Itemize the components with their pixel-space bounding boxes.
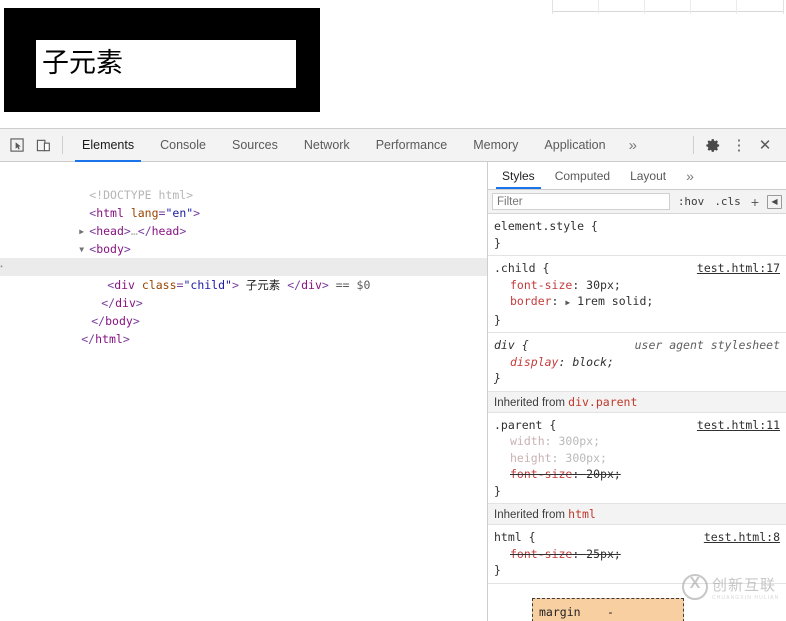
toolbar-divider [62, 136, 63, 154]
property-value[interactable]: 300px; [558, 434, 600, 448]
tab-computed[interactable]: Computed [545, 162, 620, 189]
hov-toggle-button[interactable]: :hov [676, 195, 707, 208]
screenshot-root: 子元素 Elements Console Sources Network Per… [0, 0, 786, 621]
rule-selector: element.style { [494, 219, 598, 233]
inspect-element-icon[interactable] [4, 132, 30, 158]
expand-dots-icon[interactable]: ⋯ [0, 257, 4, 275]
rule-source-link[interactable]: test.html:11 [697, 417, 780, 434]
property-name: height [510, 450, 552, 465]
inherited-selector[interactable]: html [568, 507, 596, 521]
dom-tag-close: html [95, 332, 123, 346]
style-property[interactable]: width: 300px; [494, 433, 780, 450]
inherited-prefix: Inherited from [494, 509, 569, 521]
close-icon[interactable]: ✕ [752, 132, 778, 158]
dom-line[interactable]: </div> [0, 276, 487, 310]
dom-line[interactable]: </body> [0, 294, 487, 328]
property-name: width [510, 434, 545, 448]
style-property[interactable]: border: ▶ 1rem solid; [494, 293, 780, 312]
watermark-logo-icon [682, 574, 708, 600]
child-div-render: 子元素 [36, 40, 296, 88]
user-agent-note: user agent stylesheet [634, 338, 780, 352]
panel-toggle-icon[interactable]: ◀ [767, 194, 782, 209]
property-name: font-size [510, 546, 573, 561]
tab-console[interactable]: Console [147, 129, 219, 162]
style-rule-child[interactable]: test.html:17 .child { font-size: 30px; b… [488, 256, 786, 333]
tab-network[interactable]: Network [291, 129, 363, 162]
dom-line[interactable]: <!DOCTYPE html> [0, 168, 487, 202]
styles-tab-strip: Styles Computed Layout » [488, 162, 786, 190]
rule-close-brace: } [494, 235, 501, 250]
devtools-tab-strip: Elements Console Sources Network Perform… [69, 129, 687, 162]
tab-layout[interactable]: Layout [620, 162, 676, 189]
style-property[interactable]: height: 300px; [494, 450, 780, 467]
style-property-overridden[interactable]: font-size: 25px; [494, 546, 780, 563]
inherited-selector[interactable]: div.parent [568, 395, 637, 409]
toolbar-right-actions: ⋮ ✕ [687, 132, 782, 158]
dom-line-selected[interactable]: ⋯<div class="child"> 子元素 </div> == $0 [0, 257, 487, 292]
tab-elements[interactable]: Elements [69, 129, 147, 162]
property-name: font-size [510, 467, 573, 481]
property-value[interactable]: 1rem solid; [577, 294, 653, 308]
property-value[interactable]: 20px; [586, 467, 621, 481]
more-vertical-icon[interactable]: ⋮ [726, 132, 752, 158]
watermark-text: 创新互联 CHUANGXIN HULIAN [712, 574, 779, 601]
dom-line[interactable]: ▶ <head>…</head> [0, 204, 487, 238]
property-name: font-size [510, 277, 573, 292]
property-name: border [510, 294, 552, 308]
device-toolbar-icon[interactable] [30, 132, 56, 158]
property-value[interactable]: 300px; [565, 451, 607, 465]
rule-close-brace: } [494, 483, 501, 498]
rendered-page-area: 子元素 [0, 0, 786, 128]
styles-filter-input[interactable] [492, 193, 670, 210]
styles-pane: Styles Computed Layout » :hov .cls + ◀ e… [488, 162, 786, 621]
top-grid-fragment [540, 0, 786, 14]
style-rule-parent[interactable]: test.html:11 .parent { width: 300px; hei… [488, 413, 786, 504]
styles-rules-list[interactable]: element.style { } test.html:17 .child { … [488, 214, 786, 621]
box-model-margin-label: margin [539, 604, 581, 619]
cls-toggle-button[interactable]: .cls [712, 195, 743, 208]
box-model-margin[interactable]: margin - [532, 597, 684, 621]
gear-icon[interactable] [700, 132, 726, 158]
dom-line[interactable]: </html> [0, 312, 487, 346]
box-model-margin-value[interactable]: - [607, 605, 614, 619]
devtools-body: <!DOCTYPE html> <html lang="en"> ▶ <head>… [0, 162, 786, 621]
watermark-en: CHUANGXIN HULIAN [712, 594, 780, 601]
property-value[interactable]: 25px; [586, 547, 621, 561]
tab-memory[interactable]: Memory [460, 129, 531, 162]
property-value[interactable]: 30px; [586, 278, 621, 292]
site-watermark: 创新互联 CHUANGXIN HULIAN [682, 569, 784, 605]
style-rule-div-user-agent[interactable]: user agent stylesheet div { display: blo… [488, 333, 786, 392]
new-style-rule-button[interactable]: + [749, 194, 761, 210]
style-property[interactable]: font-size: 30px; [494, 277, 780, 294]
dom-line[interactable]: ▼<div class="parent"> [0, 240, 487, 274]
tab-sources[interactable]: Sources [219, 129, 291, 162]
rule-source-link[interactable]: test.html:8 [704, 529, 780, 546]
property-name: display [510, 354, 559, 369]
watermark-cn: 创新互联 [712, 575, 777, 594]
inherited-from-div-parent: Inherited from div.parent [488, 391, 786, 413]
dom-tree-pane[interactable]: <!DOCTYPE html> <html lang="en"> ▶ <head>… [0, 162, 488, 621]
style-property-overridden[interactable]: font-size: 20px; [494, 466, 780, 483]
toolbar-divider-right [693, 136, 694, 154]
rule-close-brace: } [494, 371, 501, 385]
styles-filter-bar: :hov .cls + ◀ [488, 190, 786, 214]
devtools-toolbar: Elements Console Sources Network Perform… [0, 129, 786, 162]
style-property[interactable]: display: block; [494, 354, 780, 371]
dom-line[interactable]: <html lang="en"> [0, 186, 487, 220]
inherited-from-html: Inherited from html [488, 504, 786, 525]
rule-close-brace: } [494, 312, 501, 327]
styles-more-tabs-icon[interactable]: » [676, 162, 704, 189]
property-value[interactable]: block; [572, 355, 614, 369]
more-tabs-icon[interactable]: » [619, 129, 647, 162]
tab-performance[interactable]: Performance [363, 129, 461, 162]
inherited-prefix: Inherited from [494, 396, 569, 409]
style-rule-element-style[interactable]: element.style { } [488, 214, 786, 256]
dom-line[interactable]: ▼ <body> [0, 222, 487, 256]
parent-div-render: 子元素 [4, 8, 320, 112]
tab-application[interactable]: Application [531, 129, 618, 162]
tab-styles[interactable]: Styles [492, 162, 545, 189]
rule-source-link[interactable]: test.html:17 [697, 260, 780, 277]
devtools-panel: Elements Console Sources Network Perform… [0, 128, 786, 621]
